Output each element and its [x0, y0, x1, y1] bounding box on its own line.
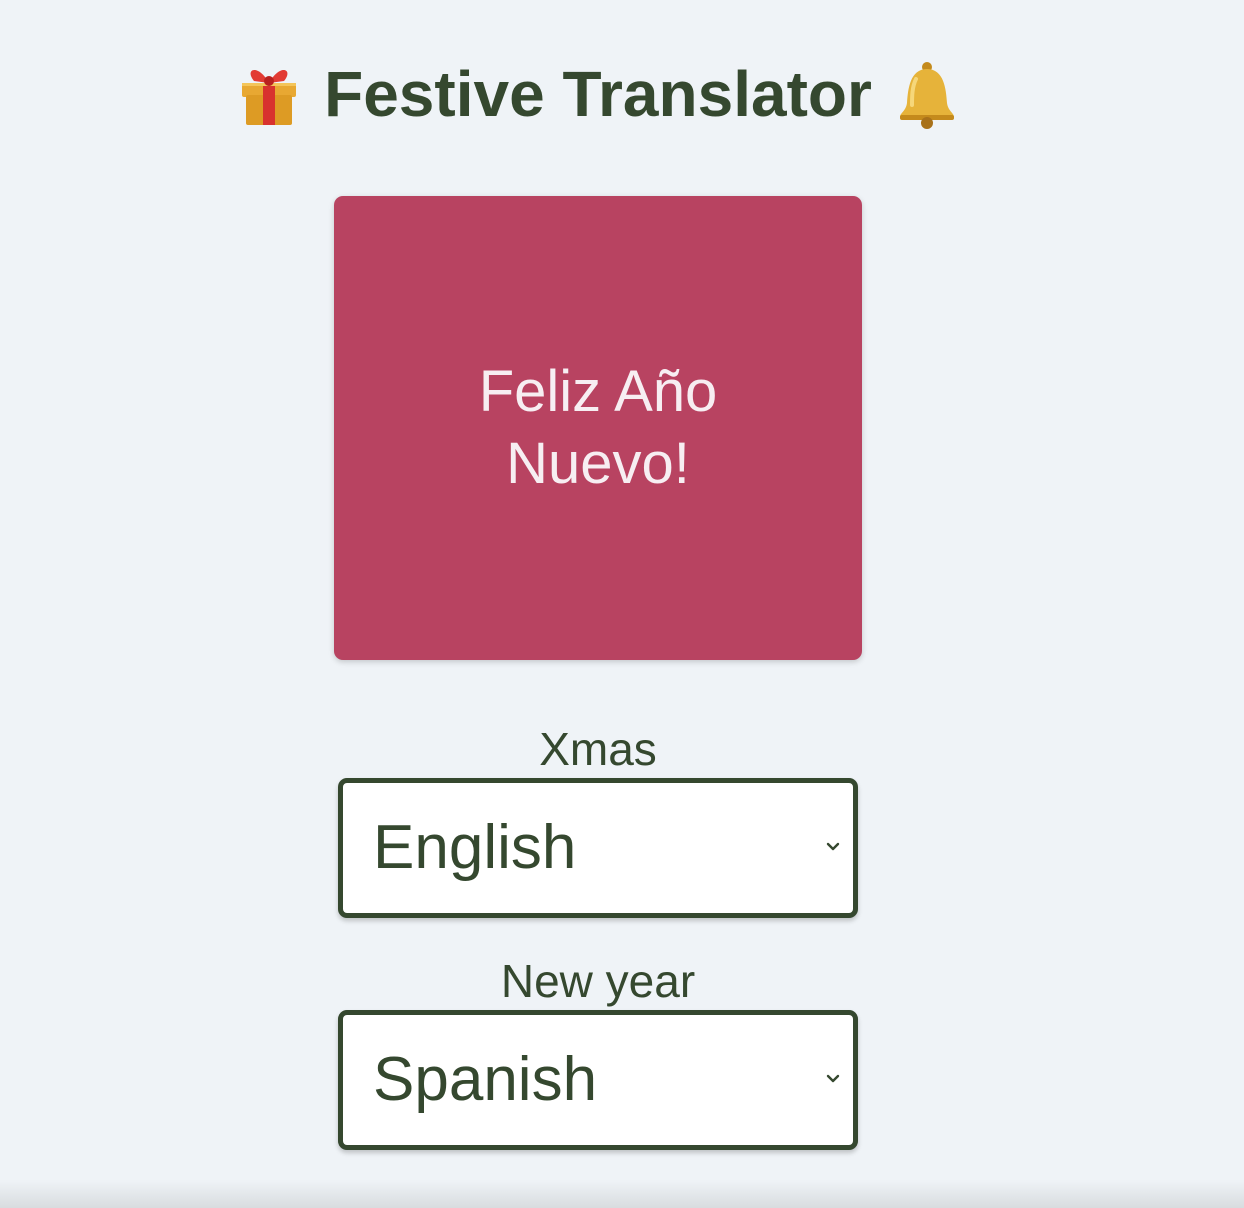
bell-icon — [894, 59, 960, 129]
new-year-language-select[interactable]: Spanish — [338, 1010, 858, 1150]
holiday-language-select[interactable]: English — [338, 778, 858, 918]
greeting-card: Feliz Año Nuevo! — [334, 196, 862, 660]
chevron-down-icon — [825, 1071, 841, 1087]
greeting-text: Feliz Año Nuevo! — [478, 359, 718, 496]
chevron-down-icon — [825, 839, 841, 855]
page-title: Festive Translator — [324, 58, 872, 130]
gift-icon — [236, 59, 302, 129]
new-year-label: New year — [500, 955, 696, 1007]
holiday-language-value: English — [373, 813, 577, 882]
page: Festive Translator Feliz Año Nuevo! Xmas… — [0, 0, 1244, 1208]
new-year-language-value: Spanish — [373, 1045, 598, 1114]
holiday-label: Xmas — [539, 723, 657, 775]
header: Festive Translator — [0, 52, 1196, 136]
bottom-scroll-edge — [0, 1180, 1244, 1208]
